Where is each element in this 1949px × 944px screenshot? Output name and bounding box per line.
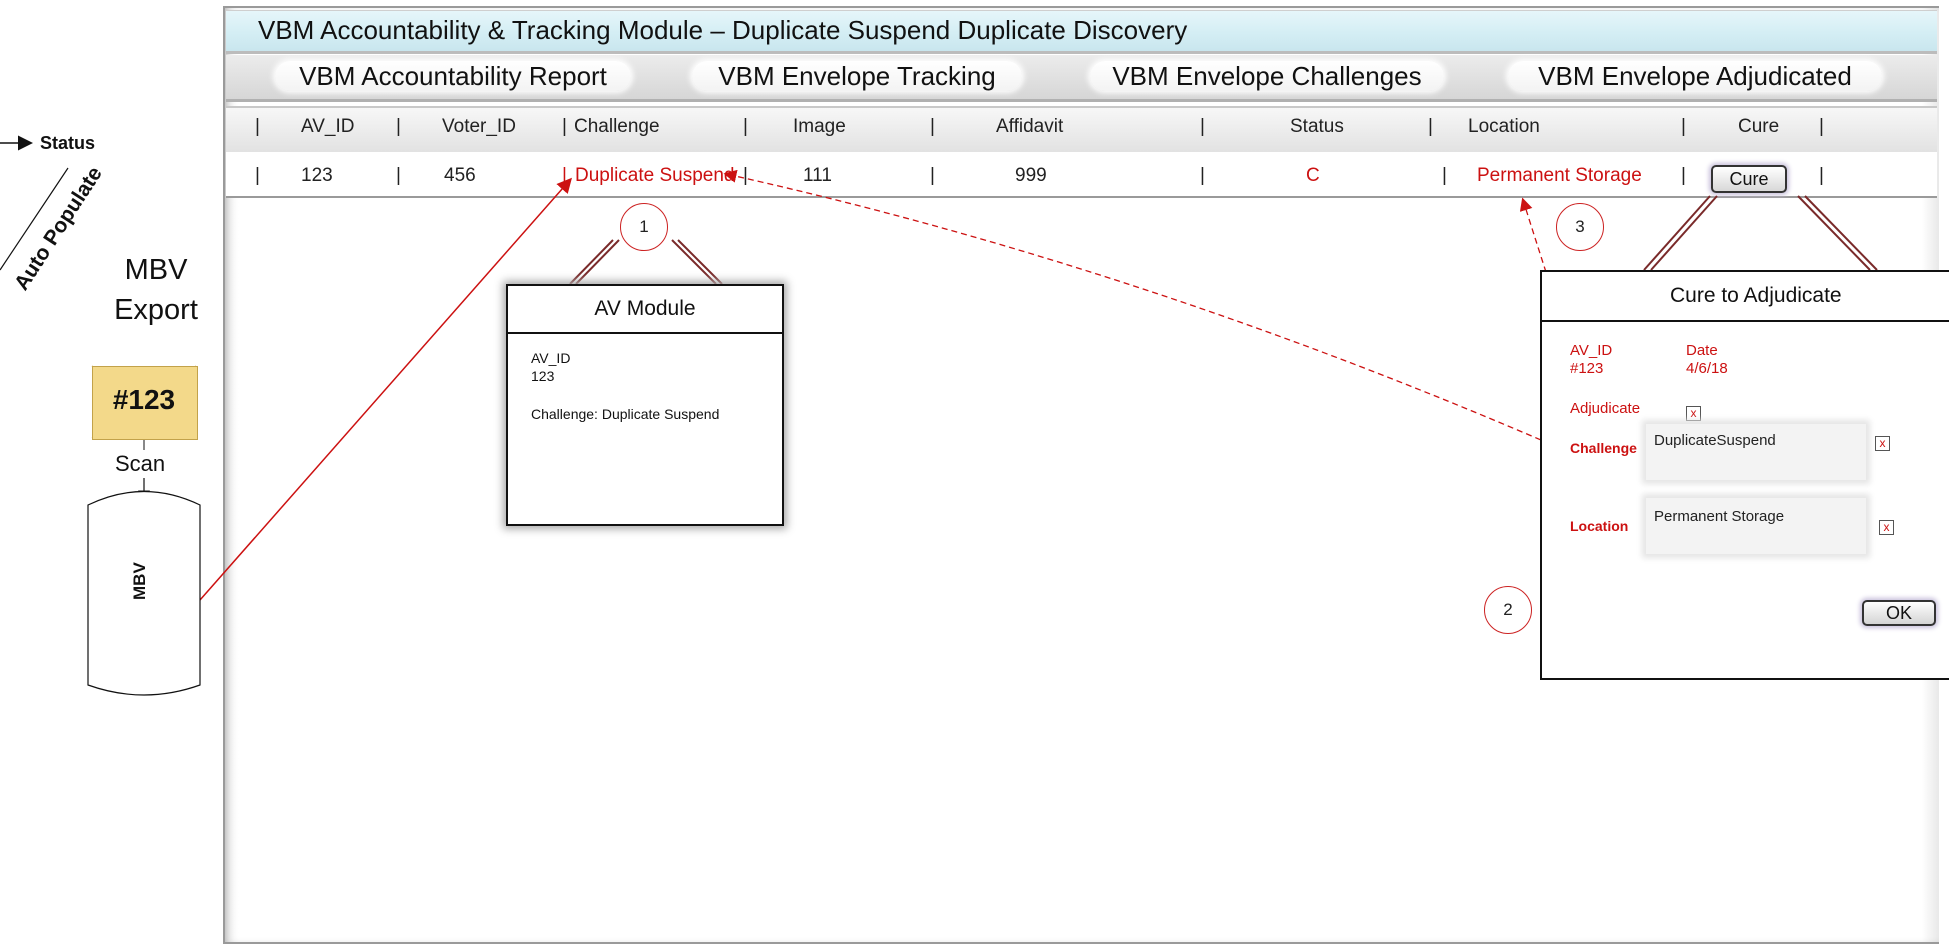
location-field-label: Location <box>1570 518 1629 534</box>
challenge-checkbox[interactable]: x <box>1875 436 1890 451</box>
cure-date-label: Date <box>1686 342 1718 359</box>
challenge-field-label: Challenge <box>1570 440 1637 456</box>
cure-date-value: 4/6/18 <box>1686 360 1728 377</box>
callout-2: 2 <box>1484 586 1532 634</box>
challenge-field[interactable]: DuplicateSuspend <box>1646 424 1866 480</box>
av-id-label: AV_ID <box>531 350 571 366</box>
cure-av-id-label: AV_ID <box>1570 342 1613 359</box>
hanger-line <box>1804 195 1878 271</box>
callout-1: 1 <box>620 203 668 251</box>
mbv-export-line1: MBV <box>124 254 188 286</box>
cure-av-id-value: #123 <box>1570 360 1604 377</box>
mbv-database-label: MBV <box>130 562 149 600</box>
challenge-field-value: DuplicateSuspend <box>1654 432 1776 449</box>
status-label: Status <box>40 133 96 153</box>
cure-dialog-title: Cure to Adjudicate <box>1542 272 1949 322</box>
av-id-value: 123 <box>531 368 555 384</box>
hanger-line <box>1797 195 1871 271</box>
location-checkbox[interactable]: x <box>1879 520 1894 535</box>
hanger-line <box>1650 195 1718 271</box>
av-module-title: AV Module <box>508 286 782 334</box>
callout-3: 3 <box>1556 203 1604 251</box>
av-challenge-line: Challenge: Duplicate Suspend <box>531 406 720 422</box>
hanger-line <box>671 239 717 285</box>
av-module-popup: AV Module AV_ID 123 Challenge: Duplicate… <box>506 284 784 526</box>
challenge-link-arrow <box>723 169 1606 469</box>
hanger-line <box>569 239 614 285</box>
hanger-line <box>575 239 620 285</box>
hanger-line <box>1643 195 1711 271</box>
cure-dialog: Cure to Adjudicate AV_ID #123 Date 4/6/1… <box>1540 270 1949 680</box>
adjudicate-label: Adjudicate <box>1570 400 1641 417</box>
location-field[interactable]: Permanent Storage <box>1646 498 1866 554</box>
scan-label: Scan <box>115 451 166 476</box>
location-field-value: Permanent Storage <box>1654 508 1785 525</box>
mbv-export-line2: Export <box>114 294 198 326</box>
mbv-export-label: MBV Export <box>110 250 202 330</box>
adjudicate-checkbox[interactable]: x <box>1686 406 1701 421</box>
hanger-line <box>677 239 723 285</box>
ok-button[interactable]: OK <box>1862 600 1936 626</box>
envelope-id: #123 <box>112 384 176 415</box>
